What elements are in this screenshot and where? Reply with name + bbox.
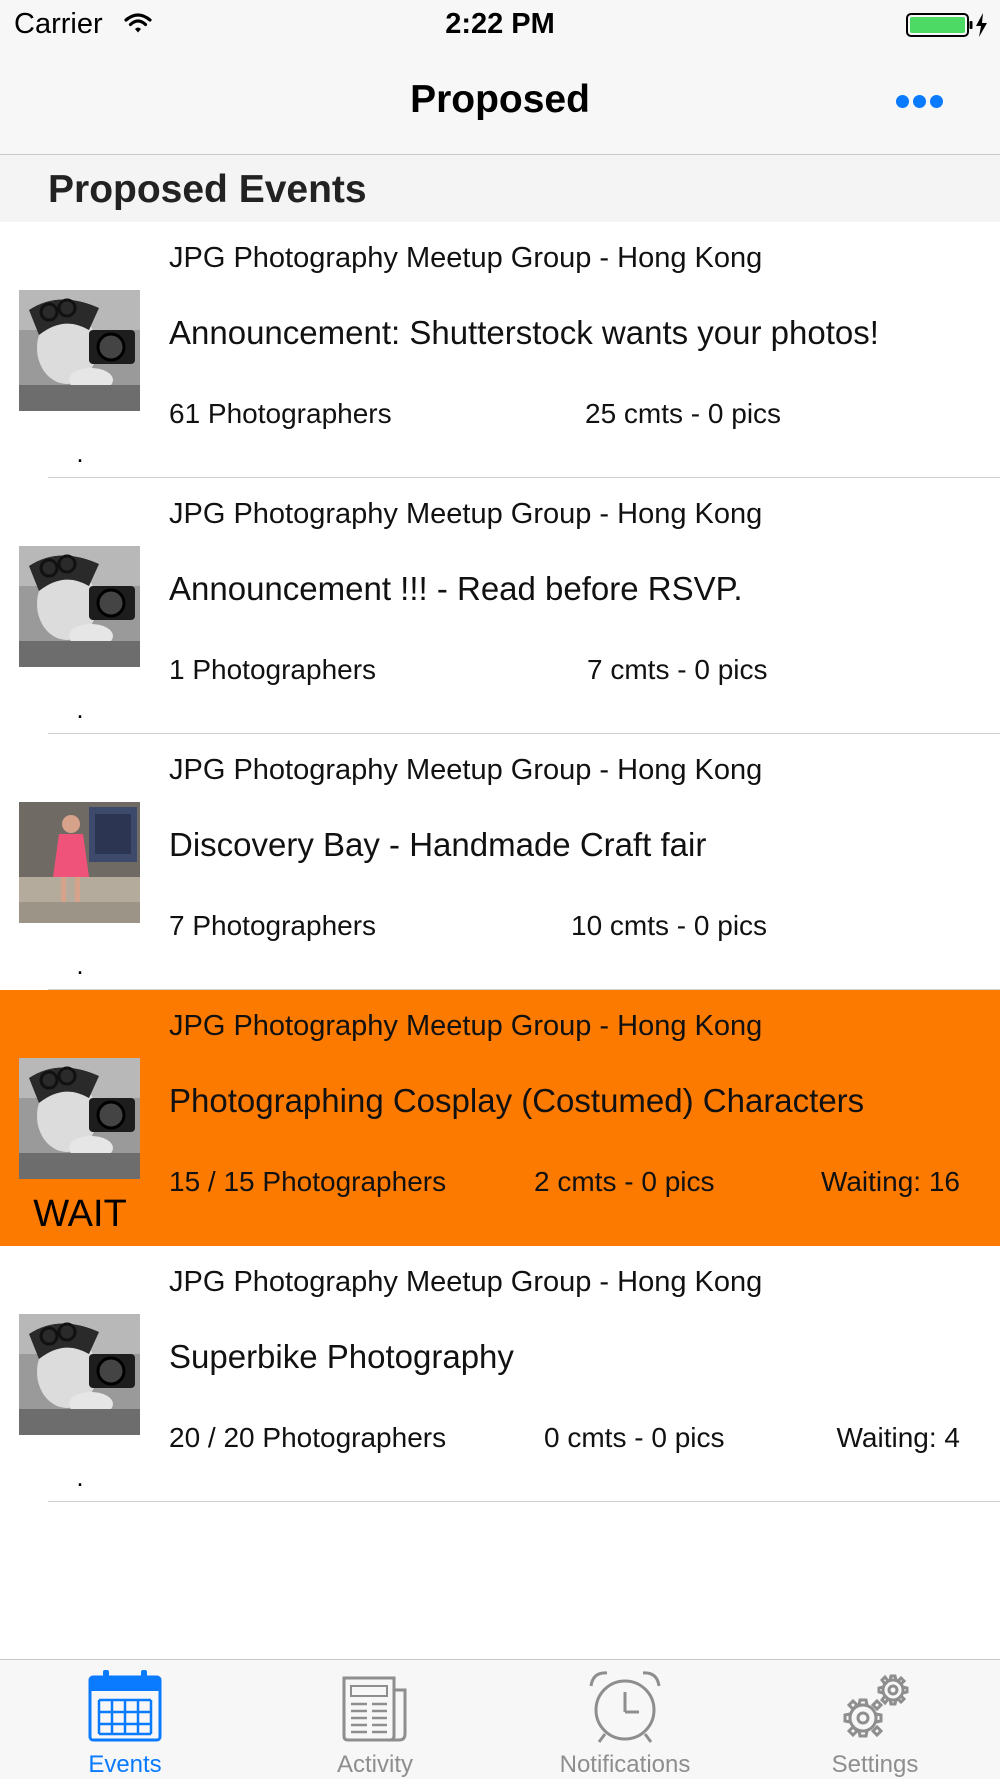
event-photographers-count: 15 / 15 Photographers <box>169 1166 447 1197</box>
event-thumbnail <box>19 1314 140 1435</box>
event-row[interactable]: . JPG Photography Meetup Group - Hong Ko… <box>0 222 1000 478</box>
tab-activity[interactable]: Activity <box>250 1660 500 1779</box>
battery-icon <box>906 12 990 43</box>
newspaper-icon <box>250 1668 500 1749</box>
tab-notifications[interactable]: Notifications <box>500 1660 750 1779</box>
event-photographers-count: 7 Photographers <box>169 910 377 941</box>
tab-events[interactable]: Events <box>0 1660 250 1779</box>
navigation-bar: Proposed <box>0 50 1000 155</box>
event-comments-count: 7 cmts - 0 pics <box>587 654 768 685</box>
event-row[interactable]: WAIT JPG Photography Meetup Group - Hong… <box>0 990 1000 1246</box>
event-row[interactable]: . JPG Photography Meetup Group - Hong Ko… <box>0 478 1000 734</box>
event-title: Announcement: Shutterstock wants your ph… <box>169 314 879 351</box>
tab-bar: Events Activity Notifications Settings <box>0 1659 1000 1779</box>
event-status: . <box>76 438 84 468</box>
event-status: . <box>76 1462 84 1492</box>
event-comments-count: 0 cmts - 0 pics <box>544 1422 725 1453</box>
event-thumbnail <box>19 290 140 411</box>
event-group-name: JPG Photography Meetup Group - Hong Kong <box>169 498 763 530</box>
tab-label: Events <box>88 1751 162 1778</box>
tab-label: Activity <box>336 1751 413 1778</box>
event-thumbnail <box>19 1058 140 1179</box>
event-title: Announcement !!! - Read before RSVP. <box>169 570 743 607</box>
event-group-name: JPG Photography Meetup Group - Hong Kong <box>169 1010 763 1042</box>
event-status: WAIT <box>33 1193 127 1235</box>
event-waiting-count: Waiting: 4 <box>836 1422 960 1453</box>
event-list: . JPG Photography Meetup Group - Hong Ko… <box>0 222 1000 1502</box>
event-group-name: JPG Photography Meetup Group - Hong Kong <box>169 242 763 274</box>
page-title: Proposed <box>410 78 590 121</box>
section-header: Proposed Events <box>0 155 1000 222</box>
calendar-icon <box>0 1668 250 1749</box>
event-comments-count: 25 cmts - 0 pics <box>585 398 782 429</box>
tab-settings[interactable]: Settings <box>750 1660 1000 1779</box>
event-comments-count: 10 cmts - 0 pics <box>571 910 768 941</box>
event-row[interactable]: . JPG Photography Meetup Group - Hong Ko… <box>0 734 1000 990</box>
status-bar: Carrier 2:22 PM <box>0 0 1000 50</box>
section-title: Proposed Events <box>48 168 367 211</box>
event-group-name: JPG Photography Meetup Group - Hong Kong <box>169 1266 763 1298</box>
event-comments-count: 2 cmts - 0 pics <box>534 1166 715 1197</box>
gears-icon <box>750 1668 1000 1749</box>
status-time: 2:22 PM <box>445 8 555 40</box>
event-row[interactable]: . JPG Photography Meetup Group - Hong Ko… <box>0 1246 1000 1502</box>
event-waiting-count: Waiting: 16 <box>820 1166 960 1197</box>
event-group-name: JPG Photography Meetup Group - Hong Kong <box>169 754 763 786</box>
event-photographers-count: 61 Photographers <box>169 398 392 429</box>
tab-label: Notifications <box>559 1751 691 1778</box>
more-ellipsis-icon[interactable] <box>884 86 952 116</box>
event-status: . <box>76 950 84 980</box>
tab-label: Settings <box>831 1751 919 1778</box>
alarm-clock-icon <box>500 1668 750 1749</box>
event-title: Superbike Photography <box>169 1338 514 1375</box>
event-status: . <box>76 694 84 724</box>
event-title: Photographing Cosplay (Costumed) Charact… <box>169 1082 865 1119</box>
event-thumbnail <box>19 802 140 923</box>
event-title: Discovery Bay - Handmade Craft fair <box>169 826 707 863</box>
event-photographers-count: 1 Photographers <box>169 654 377 685</box>
event-thumbnail <box>19 546 140 667</box>
event-photographers-count: 20 / 20 Photographers <box>169 1422 447 1453</box>
